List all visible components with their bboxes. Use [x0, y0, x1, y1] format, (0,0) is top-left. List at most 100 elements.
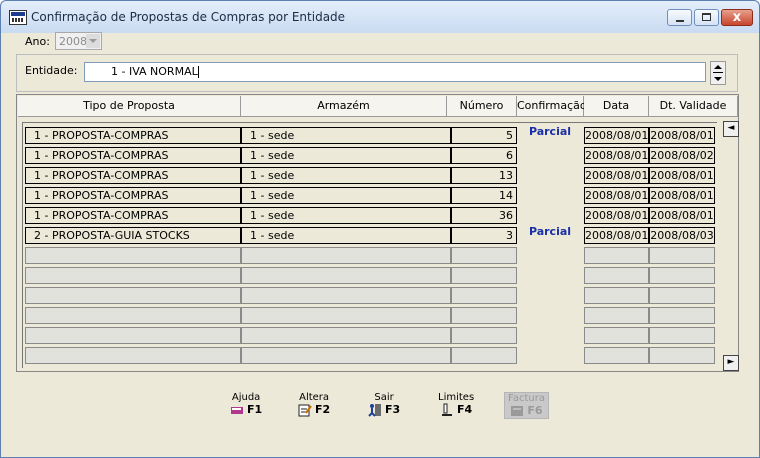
cell-numero[interactable]: 36	[451, 207, 517, 224]
cell-tipo[interactable]: 2 - PROPOSTA-GUIA STOCKS	[25, 227, 241, 244]
empty-cell[interactable]	[241, 307, 451, 324]
empty-cell[interactable]	[241, 267, 451, 284]
close-button[interactable]: x	[721, 9, 753, 26]
cell-data[interactable]: 2008/08/01	[584, 127, 649, 144]
spin-divider	[713, 72, 723, 73]
entidade-value: 1 - IVA NORMAL	[111, 65, 198, 78]
exit-icon	[368, 404, 381, 417]
cell-armazem[interactable]: 1 - sede	[241, 207, 451, 224]
help-key: F1	[247, 403, 263, 416]
cell-tipo[interactable]: 1 - PROPOSTA-COMPRAS	[25, 147, 241, 164]
minimize-icon	[668, 10, 691, 25]
empty-cell[interactable]	[241, 347, 451, 364]
col-header-confirmacao[interactable]: Confirmação	[517, 96, 587, 117]
cell-validade[interactable]: 2008/08/01	[649, 187, 715, 204]
empty-cell[interactable]	[649, 307, 715, 324]
cell-numero[interactable]: 13	[451, 167, 517, 184]
cell-validade[interactable]: 2008/08/01	[649, 207, 715, 224]
empty-cell[interactable]	[451, 267, 517, 284]
cell-numero[interactable]: 5	[451, 127, 517, 144]
col-header-validade[interactable]: Dt. Validade	[649, 96, 738, 117]
empty-cell[interactable]	[451, 287, 517, 304]
empty-cell[interactable]	[649, 347, 715, 364]
cell-confirmacao[interactable]: Parcial	[517, 225, 583, 238]
empty-cell[interactable]	[25, 267, 241, 284]
cell-armazem[interactable]: 1 - sede	[241, 187, 451, 204]
empty-cell[interactable]	[649, 287, 715, 304]
cell-tipo[interactable]: 1 - PROPOSTA-COMPRAS	[25, 127, 241, 144]
empty-cell[interactable]	[241, 247, 451, 264]
maximize-button[interactable]	[694, 9, 719, 26]
exit-key: F3	[385, 403, 401, 416]
cell-validade[interactable]: 2008/08/03	[649, 227, 715, 244]
cell-data[interactable]: 2008/08/01	[584, 227, 649, 244]
empty-cell[interactable]	[649, 267, 715, 284]
empty-cell[interactable]	[241, 327, 451, 344]
invoice-icon	[511, 406, 524, 416]
scroll-prev-button[interactable]: ◄	[723, 121, 739, 137]
empty-cell[interactable]	[451, 347, 517, 364]
chevron-down-icon	[86, 34, 100, 48]
cell-armazem[interactable]: 1 - sede	[241, 147, 451, 164]
cell-tipo[interactable]: 1 - PROPOSTA-COMPRAS	[25, 187, 241, 204]
exit-button[interactable]: Sair F3	[368, 392, 400, 417]
empty-cell[interactable]	[584, 287, 649, 304]
maximize-icon	[695, 10, 718, 25]
scroll-next-button[interactable]: ►	[723, 355, 739, 371]
empty-cell[interactable]	[649, 327, 715, 344]
spin-up-icon[interactable]	[714, 65, 722, 69]
minimize-button[interactable]	[667, 9, 692, 26]
col-header-data[interactable]: Data	[584, 96, 649, 117]
col-header-numero[interactable]: Número	[447, 96, 517, 117]
cell-armazem[interactable]: 1 - sede	[241, 127, 451, 144]
empty-cell[interactable]	[584, 327, 649, 344]
close-icon: x	[732, 10, 742, 25]
empty-cell[interactable]	[25, 347, 241, 364]
spin-down-icon[interactable]	[714, 77, 722, 81]
empty-cell[interactable]	[25, 307, 241, 324]
empty-cell[interactable]	[25, 327, 241, 344]
edit-button[interactable]: Altera F2	[298, 392, 330, 417]
limits-button[interactable]: Limites F4	[438, 392, 474, 417]
cell-data[interactable]: 2008/08/01	[584, 207, 649, 224]
entidade-input[interactable]: 1 - IVA NORMAL	[84, 62, 706, 82]
cell-numero[interactable]: 6	[451, 147, 517, 164]
empty-cell[interactable]	[25, 287, 241, 304]
empty-cell[interactable]	[451, 327, 517, 344]
empty-cell[interactable]	[451, 307, 517, 324]
cell-armazem[interactable]: 1 - sede	[241, 227, 451, 244]
cell-data[interactable]: 2008/08/01	[584, 167, 649, 184]
empty-cell[interactable]	[451, 247, 517, 264]
cell-tipo[interactable]: 1 - PROPOSTA-COMPRAS	[25, 207, 241, 224]
cell-validade[interactable]: 2008/08/01	[649, 127, 715, 144]
cell-numero[interactable]: 3	[451, 227, 517, 244]
empty-cell[interactable]	[25, 247, 241, 264]
col-header-armazem[interactable]: Armazém	[241, 96, 447, 117]
cell-data[interactable]: 2008/08/01	[584, 147, 649, 164]
empty-cell[interactable]	[584, 247, 649, 264]
cell-armazem[interactable]: 1 - sede	[241, 167, 451, 184]
invoice-button: Factura F6	[504, 392, 549, 419]
help-button[interactable]: Ajuda F1	[230, 392, 262, 417]
empty-cell[interactable]	[241, 287, 451, 304]
empty-cell[interactable]	[584, 267, 649, 284]
entidade-label: Entidade:	[25, 64, 78, 77]
cell-numero[interactable]: 14	[451, 187, 517, 204]
edit-key: F2	[315, 403, 331, 416]
edit-label: Altera	[299, 392, 330, 403]
book-icon	[231, 407, 243, 414]
empty-cell[interactable]	[649, 247, 715, 264]
edit-icon	[298, 404, 312, 417]
empty-cell[interactable]	[584, 347, 649, 364]
col-header-tipo[interactable]: Tipo de Proposta	[18, 96, 241, 117]
cell-validade[interactable]: 2008/08/02	[649, 147, 715, 164]
cell-data[interactable]: 2008/08/01	[584, 187, 649, 204]
empty-cell[interactable]	[584, 307, 649, 324]
ano-label: Ano:	[25, 35, 50, 48]
cell-confirmacao[interactable]: Parcial	[517, 125, 583, 138]
cell-tipo[interactable]: 1 - PROPOSTA-COMPRAS	[25, 167, 241, 184]
ano-select: 2008	[55, 32, 102, 50]
entidade-spinner[interactable]	[710, 61, 726, 85]
exit-label: Sair	[374, 392, 394, 403]
cell-validade[interactable]: 2008/08/01	[649, 167, 715, 184]
